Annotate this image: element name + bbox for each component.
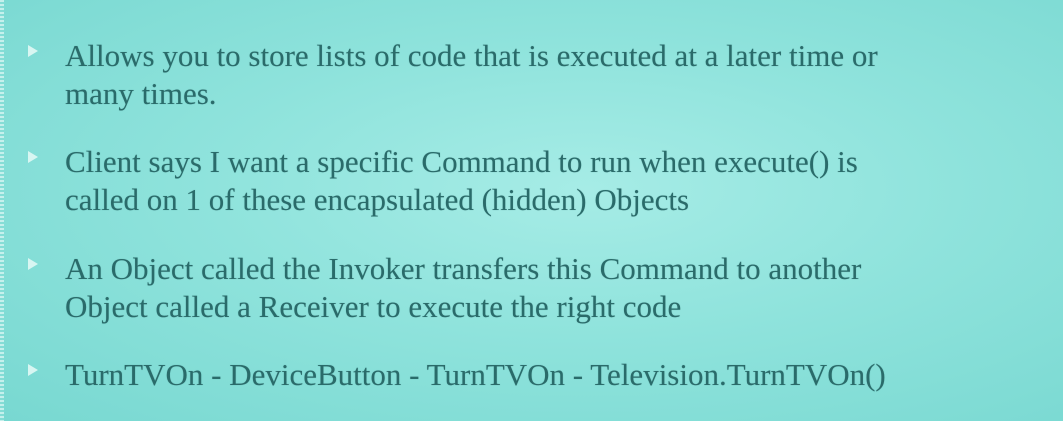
triangle-right-icon bbox=[28, 151, 38, 163]
bullet-text: An Object called the Invoker transfers t… bbox=[65, 251, 862, 324]
bullet-list: Allows you to store lists of code that i… bbox=[0, 0, 1063, 421]
bullet-text: Client says I want a specific Command to… bbox=[65, 144, 858, 217]
bullet-text: Allows you to store lists of code that i… bbox=[65, 38, 878, 111]
triangle-right-icon bbox=[28, 258, 38, 270]
triangle-right-icon bbox=[28, 364, 38, 376]
triangle-right-icon bbox=[28, 45, 38, 57]
bullet-text: TurnTVOn - DeviceButton - TurnTVOn - Tel… bbox=[65, 357, 886, 392]
